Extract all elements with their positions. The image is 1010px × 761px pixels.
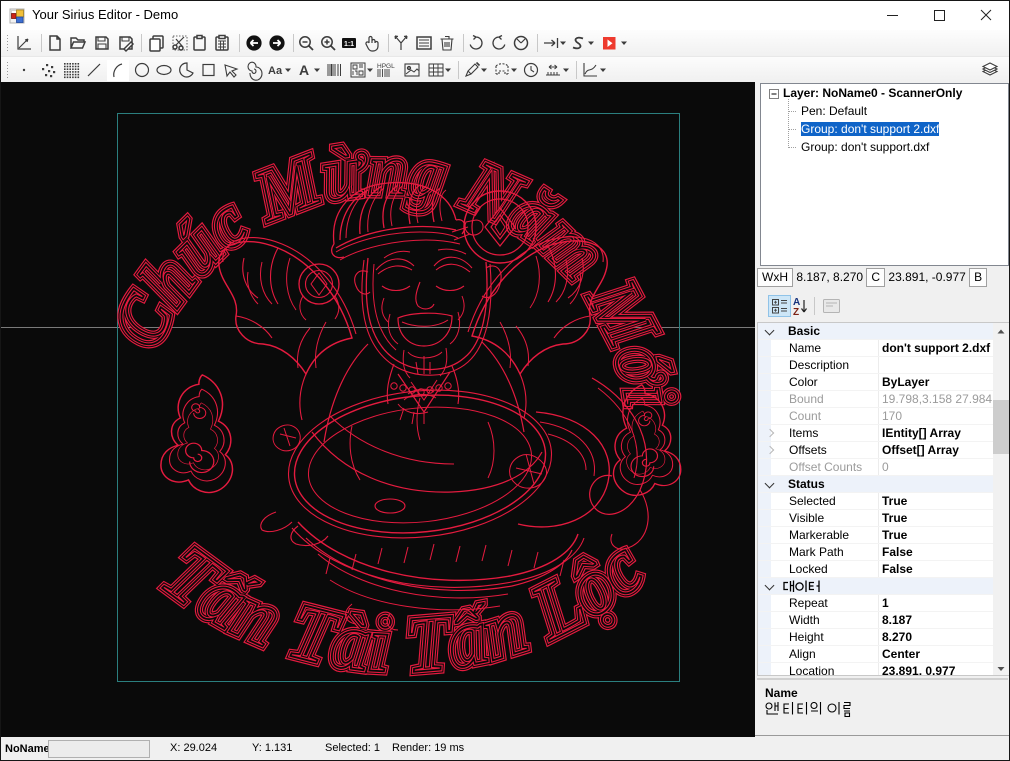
svg-text:1:1: 1:1 xyxy=(344,41,354,48)
svg-text:Aa: Aa xyxy=(268,65,283,77)
svg-text:HPGL: HPGL xyxy=(377,63,395,70)
svg-text:Z: Z xyxy=(793,307,799,318)
svg-text:A: A xyxy=(299,62,309,78)
